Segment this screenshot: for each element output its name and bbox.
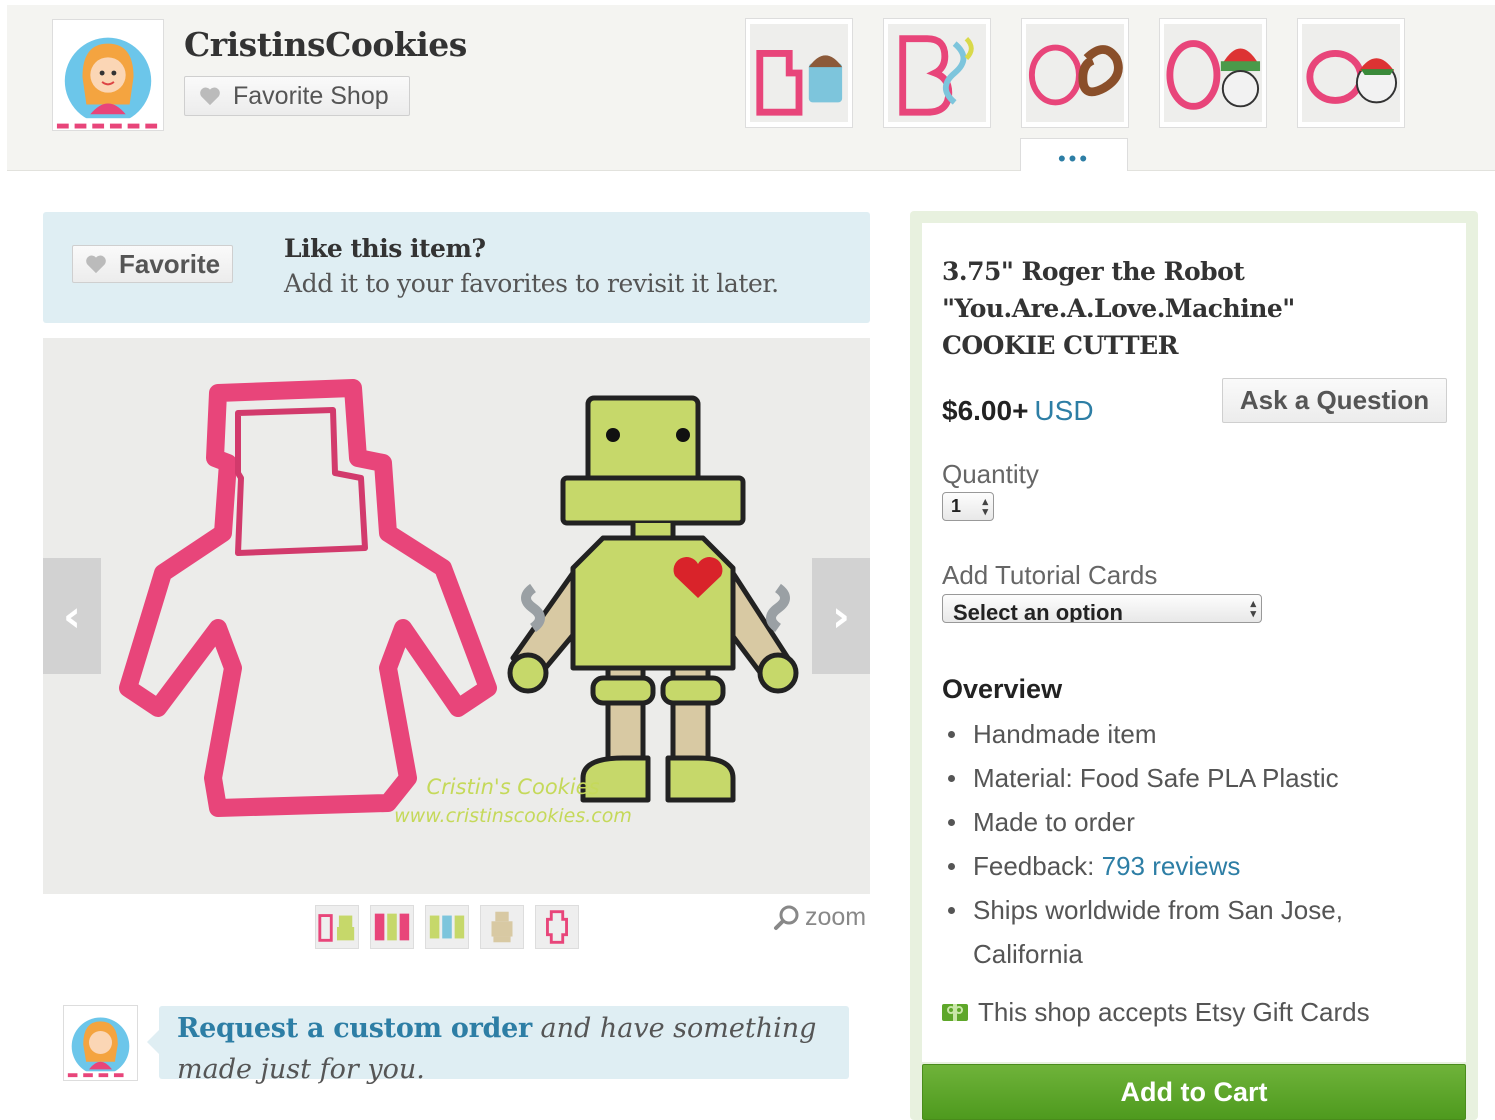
image-thumb-picture (536, 906, 578, 948)
favorite-shop-label: Favorite Shop (233, 81, 389, 110)
tutorial-cards-select[interactable]: Select an option ▴ ▾ (942, 594, 1262, 623)
previous-image-button[interactable]: ‹ (43, 558, 101, 674)
shop-logo-small-image (64, 1006, 137, 1079)
shop-thumb-image (888, 24, 986, 122)
custom-order-avatar[interactable] (63, 1005, 138, 1081)
tutorial-cards-value: Select an option (953, 600, 1123, 623)
image-thumb-1[interactable] (315, 905, 359, 949)
zoom-label: zoom (805, 903, 867, 931)
heart-icon (200, 87, 220, 106)
shop-thumb-image (750, 24, 848, 122)
image-thumb-3[interactable] (425, 905, 469, 949)
item-title: 3.75" Roger the Robot "You.Are.A.Love.Ma… (942, 257, 1295, 360)
heart-icon (86, 255, 106, 274)
price-amount: $6.00+ (942, 395, 1029, 426)
product-photo: Cristin's Cookies www.cristinscookies.co… (43, 338, 870, 894)
shop-thumb-4[interactable] (1159, 18, 1267, 128)
shop-thumb-5[interactable] (1297, 18, 1405, 128)
image-thumb-2[interactable] (370, 905, 414, 949)
ask-question-button[interactable]: Ask a Question (1222, 378, 1447, 423)
select-arrows-icon: ▴ ▾ (1250, 598, 1256, 620)
request-custom-order-link[interactable]: Request a custom order (177, 1013, 532, 1044)
quantity-value: 1 (951, 496, 962, 516)
add-to-cart-button[interactable]: Add to Cart (922, 1064, 1466, 1120)
shop-item-thumbnails (745, 18, 1405, 128)
gift-card-icon (942, 1004, 968, 1021)
main-product-image[interactable]: Cristin's Cookies www.cristinscookies.co… (43, 338, 870, 894)
overview-handmade: Handmade item (942, 712, 1382, 756)
tutorial-cards-label: Add Tutorial Cards (942, 560, 1158, 590)
image-thumb-picture (481, 906, 523, 948)
shop-logo-image (53, 20, 163, 130)
price-currency[interactable]: USD (1034, 395, 1093, 426)
favorite-banner: Favorite Like this item? Add it to your … (43, 212, 870, 323)
shop-thumb-image (1164, 24, 1262, 122)
buy-box: 3.75" Roger the Robot "You.Are.A.Love.Ma… (910, 211, 1478, 1120)
favorite-item-button[interactable]: Favorite (72, 245, 233, 283)
watermark-line-1: Cristin's Cookies (426, 775, 599, 799)
shop-thumb-3[interactable] (1021, 18, 1129, 128)
feedback-prefix: Feedback: (973, 851, 1102, 881)
overview-feedback: Feedback: 793 reviews (942, 844, 1382, 888)
image-thumb-5[interactable] (535, 905, 579, 949)
shop-thumb-image (1302, 24, 1400, 122)
quantity-label: Quantity (942, 459, 1039, 489)
image-thumb-picture (371, 906, 413, 948)
shop-thumb-1[interactable] (745, 18, 853, 128)
select-arrows-icon: ▴ ▾ (982, 496, 988, 518)
shop-name[interactable]: CristinsCookies (184, 25, 467, 64)
overview-list: Handmade item Material: Food Safe PLA Pl… (942, 712, 1382, 976)
custom-order-bubble: Request a custom order and have somethin… (147, 1006, 849, 1085)
shop-thumb-2[interactable] (883, 18, 991, 128)
magnifier-icon (774, 905, 799, 930)
favorite-banner-title: Like this item? (284, 234, 486, 263)
favorite-shop-button[interactable]: Favorite Shop (184, 76, 410, 116)
image-thumbnails (315, 905, 579, 949)
item-price: $6.00+ USD (942, 395, 1094, 427)
favorite-item-label: Favorite (119, 248, 221, 279)
shop-header: CristinsCookies Favorite Shop ••• (7, 5, 1495, 171)
shop-avatar[interactable] (52, 19, 164, 131)
overview-material: Material: Food Safe PLA Plastic (942, 756, 1382, 800)
image-thumb-picture (316, 906, 358, 948)
watermark-line-2: www.cristinscookies.com (394, 805, 632, 827)
more-items-tab[interactable]: ••• (1020, 138, 1128, 171)
overview-heading: Overview (942, 674, 1063, 704)
shop-thumb-image (1026, 24, 1124, 122)
image-thumb-picture (426, 906, 468, 948)
overview-made-to-order: Made to order (942, 800, 1382, 844)
favorite-banner-subtitle: Add it to your favorites to revisit it l… (284, 269, 779, 298)
zoom-link[interactable]: zoom (773, 903, 866, 932)
gift-cards-note: This shop accepts Etsy Gift Cards (942, 997, 1370, 1028)
quantity-select[interactable]: 1 ▴ ▾ (942, 492, 994, 521)
gift-cards-text: This shop accepts Etsy Gift Cards (978, 997, 1370, 1027)
next-image-button[interactable]: › (812, 558, 870, 674)
chevron-right-icon: › (831, 590, 851, 642)
image-thumb-4[interactable] (480, 905, 524, 949)
overview-ships: Ships worldwide from San Jose, Californi… (942, 888, 1382, 976)
chevron-left-icon: ‹ (62, 590, 82, 642)
buy-box-inner: 3.75" Roger the Robot "You.Are.A.Love.Ma… (922, 223, 1466, 1062)
reviews-link[interactable]: 793 reviews (1102, 851, 1241, 881)
